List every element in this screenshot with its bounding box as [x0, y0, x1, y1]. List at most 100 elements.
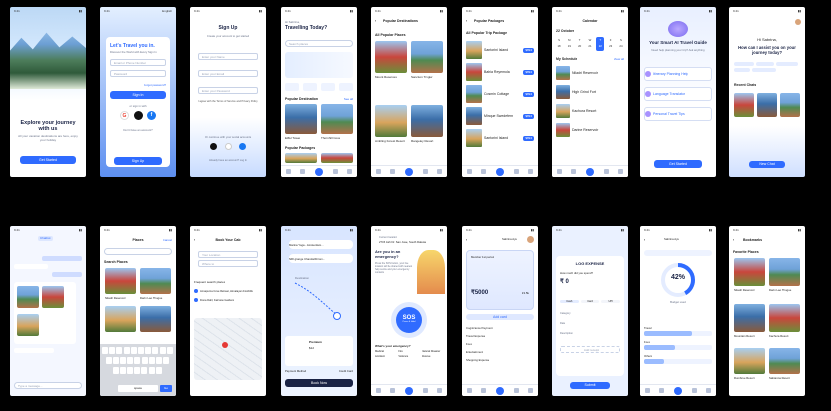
package-row[interactable]: Santorini Island $894 [466, 40, 534, 60]
profile-icon[interactable] [528, 169, 534, 174]
keyboard-key[interactable] [155, 357, 162, 364]
search-icon[interactable] [585, 167, 594, 176]
keyboard-key[interactable] [138, 347, 144, 354]
facebook-icon[interactable]: f [147, 111, 156, 120]
txn-row[interactable]: Shopping Expense [466, 358, 489, 362]
recent-chat-card[interactable] [734, 93, 754, 117]
search-icon[interactable] [495, 386, 504, 395]
bookmark-card[interactable] [769, 258, 800, 286]
txn-row[interactable]: Cognizance Payment [466, 326, 493, 330]
email-field[interactable]: Enter your Email [198, 70, 258, 77]
chat-icon[interactable] [513, 388, 519, 393]
keyboard-key[interactable] [163, 357, 170, 364]
guide-option[interactable]: Itinerary Planning Help [644, 67, 712, 81]
package-row[interactable]: Bahia Reyemola $894 [466, 62, 534, 82]
bookmark-card[interactable] [769, 348, 800, 374]
place-card[interactable] [375, 41, 407, 73]
back-icon[interactable]: ‹ [466, 19, 467, 23]
bookmark-card[interactable] [769, 304, 800, 332]
place-card[interactable] [140, 268, 171, 294]
keyboard-key[interactable] [112, 367, 119, 374]
keyboard-key[interactable] [166, 347, 173, 354]
calendar-day[interactable]: W 21 [586, 37, 594, 51]
txn-row[interactable]: Food [466, 342, 472, 346]
category-chip[interactable] [339, 83, 353, 91]
category-chip[interactable] [285, 83, 299, 91]
pickup-chip[interactable]: Marina Yoga - Amsterdam... [289, 240, 353, 249]
period-toggle[interactable] [644, 250, 712, 256]
forgot-password-link[interactable]: Forgot password? [144, 83, 166, 87]
profile-icon[interactable] [528, 388, 534, 393]
keyboard-key[interactable] [123, 347, 130, 354]
back-icon[interactable]: ‹ [375, 19, 376, 23]
add-card-button[interactable]: Add card [466, 314, 534, 320]
emergency-fire[interactable]: Fire [398, 350, 419, 353]
search-icon[interactable] [673, 386, 682, 395]
keyboard[interactable]: space Go [100, 344, 176, 396]
name-field[interactable]: Enter your Name [198, 53, 258, 60]
calendar-icon[interactable] [571, 169, 577, 174]
schedule-item[interactable]: High Grind Fort [556, 84, 624, 100]
home-icon[interactable] [466, 388, 472, 393]
apple-icon[interactable] [210, 143, 217, 150]
suggestion-chip[interactable] [776, 62, 798, 66]
profile-icon[interactable] [437, 169, 443, 174]
back-icon[interactable]: ‹ [466, 238, 467, 242]
home-icon[interactable] [375, 388, 381, 393]
home-icon[interactable] [556, 169, 562, 174]
search-icon[interactable] [404, 386, 413, 395]
destination-card[interactable] [321, 104, 353, 134]
home-icon[interactable] [285, 169, 291, 174]
google-icon[interactable] [224, 143, 232, 150]
calendar-day[interactable]: T 22 [596, 37, 605, 51]
from-input[interactable]: Your Location [198, 251, 258, 258]
sign-up-button[interactable]: Sign Up [114, 157, 162, 165]
email-field[interactable]: Email or Phone Number [110, 59, 166, 66]
chat-icon[interactable] [422, 169, 428, 174]
space-key[interactable]: space [118, 385, 158, 392]
keyboard-key[interactable] [130, 347, 137, 354]
promo-card[interactable] [285, 52, 353, 78]
tab-cash[interactable]: Cash [560, 300, 579, 303]
terms-checkbox[interactable]: I agree with the Terms of Service and Pr… [198, 100, 260, 103]
calendar-day[interactable]: F 23 [607, 37, 615, 51]
suggestion-chip[interactable] [734, 62, 754, 66]
recent-chat-card[interactable] [757, 93, 777, 117]
package-row[interactable]: Minque Swedefern $894 [466, 106, 534, 126]
profile-icon[interactable] [618, 169, 624, 174]
emergency-disaster[interactable]: Natural Disaster [422, 350, 443, 353]
keyboard-key[interactable] [134, 367, 141, 374]
chat-icon[interactable] [691, 388, 697, 393]
bookmark-card[interactable] [734, 258, 765, 286]
keyboard-key[interactable] [159, 347, 166, 354]
search-icon[interactable] [314, 167, 323, 176]
calendar-icon[interactable] [481, 388, 487, 393]
avatar[interactable] [527, 236, 534, 243]
keyboard-key[interactable] [105, 357, 112, 364]
keyboard-key[interactable] [155, 367, 162, 374]
package-row[interactable]: Cosmin Cottage $894 [466, 84, 534, 104]
avatar[interactable] [795, 19, 801, 25]
emergency-violence[interactable]: Violence [398, 355, 419, 358]
home-icon[interactable] [375, 169, 381, 174]
profile-icon[interactable] [437, 388, 443, 393]
facebook-icon[interactable] [239, 143, 246, 150]
search-icon[interactable] [495, 167, 504, 176]
keyboard-key[interactable] [116, 347, 123, 354]
add-receipt-button[interactable]: Add receipt [560, 346, 620, 353]
place-card[interactable] [105, 306, 136, 332]
calendar-day[interactable]: S 18 [555, 37, 563, 51]
schedule-item[interactable]: Kachura Resort [556, 103, 624, 119]
submit-button[interactable]: Submit [570, 382, 610, 389]
keyboard-key[interactable] [148, 367, 155, 374]
map[interactable] [194, 318, 262, 380]
keyboard-key[interactable] [141, 367, 148, 374]
ride-card[interactable]: Premium $12 [285, 336, 353, 366]
txn-row[interactable]: Entertainment [466, 350, 483, 354]
cancel-button[interactable]: Cancel [163, 238, 172, 242]
calendar-day[interactable]: M 19 [565, 37, 573, 51]
package-row[interactable]: Santorini Island $894 [466, 128, 534, 148]
chat-icon[interactable] [603, 169, 609, 174]
language-select[interactable]: English [162, 9, 172, 14]
calendar-day[interactable]: S 24 [617, 37, 625, 51]
